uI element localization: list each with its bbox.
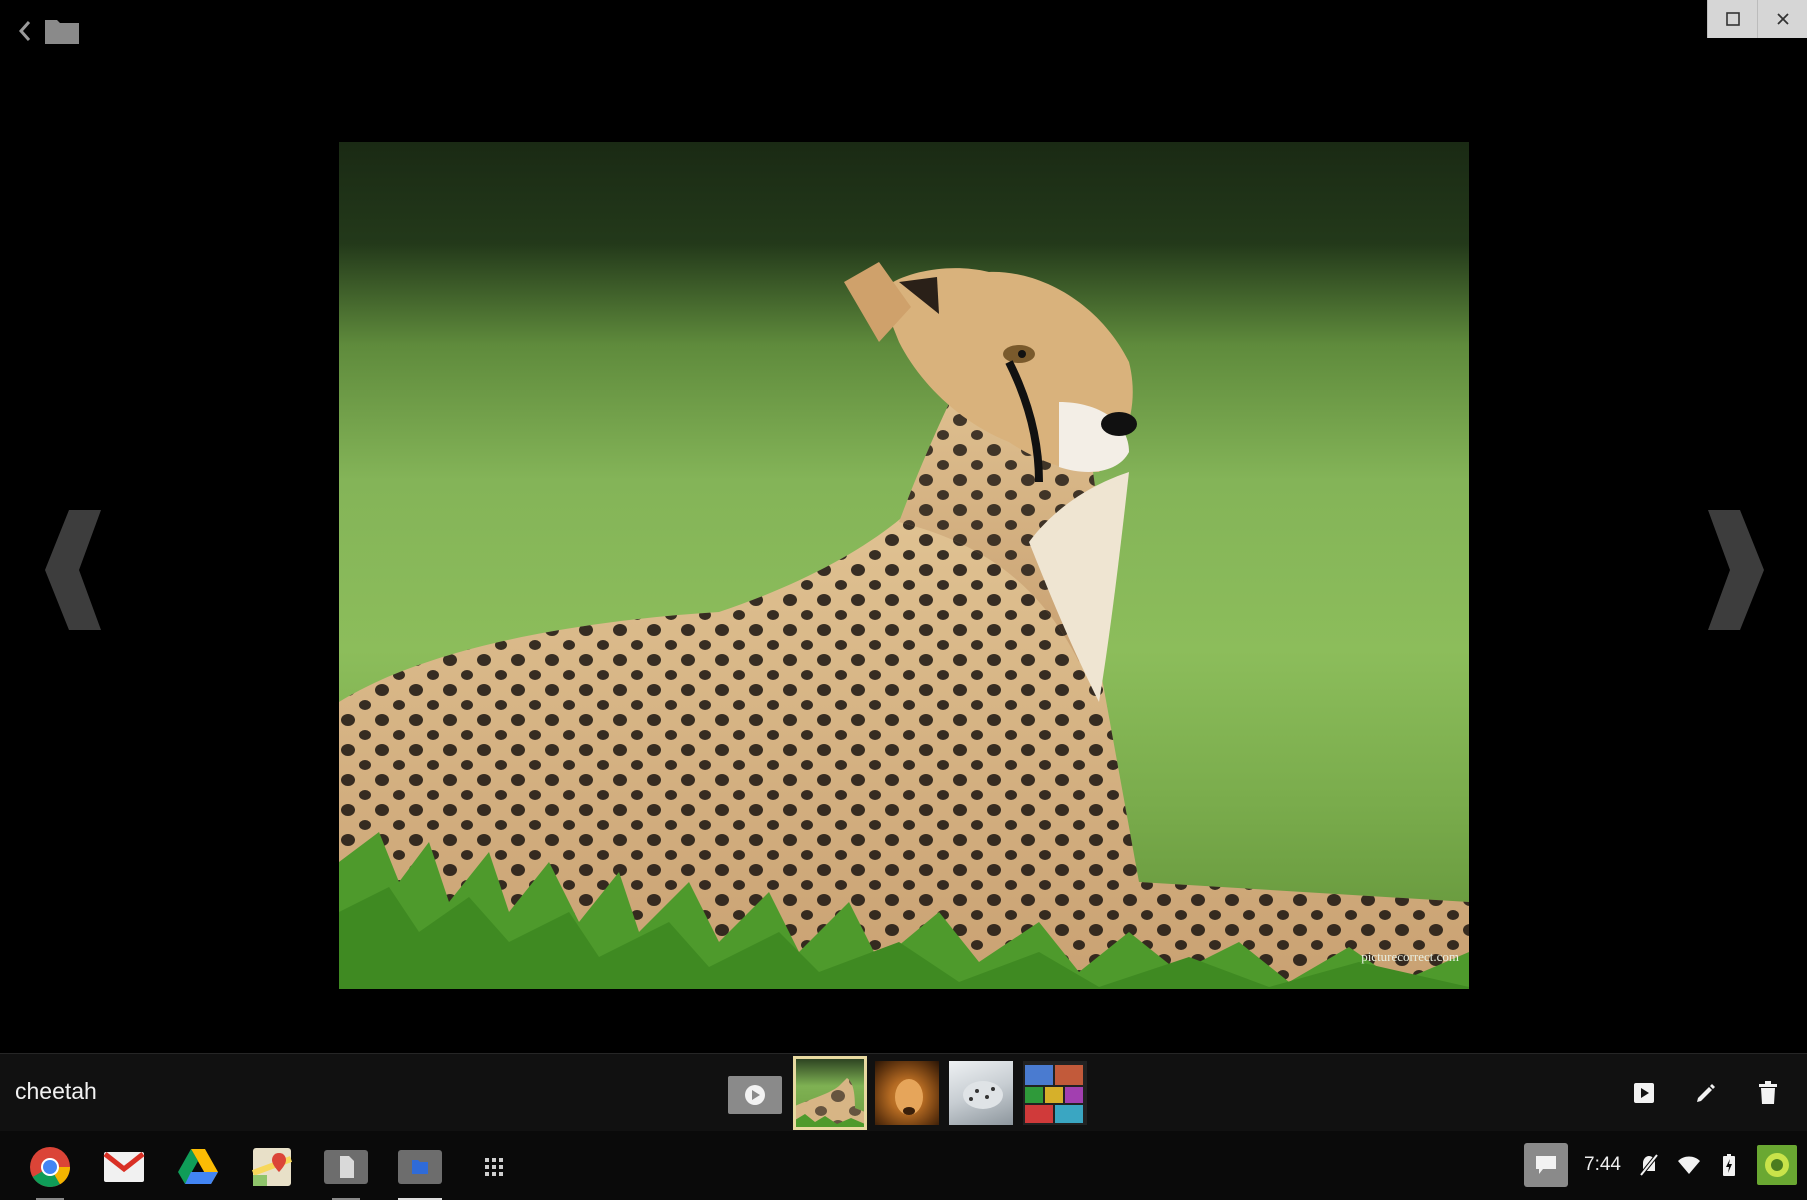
previous-image-icon: [45, 510, 101, 630]
thumbnail-cheetah[interactable]: [793, 1056, 867, 1130]
trash-icon: [1759, 1081, 1777, 1104]
status-tray: 7:44: [1524, 1143, 1797, 1187]
gmail-icon: [103, 1152, 145, 1182]
top-left-controls: [14, 14, 84, 48]
folder-icon: [45, 20, 79, 44]
files-icon: [398, 1150, 442, 1184]
maximize-icon: [1725, 12, 1740, 26]
files-app[interactable]: [396, 1143, 444, 1200]
file-icon: [324, 1150, 368, 1184]
cheetah-thumbnail-art: [795, 1078, 865, 1128]
maps-icon: [252, 1148, 292, 1186]
snow-leopard-thumbnail-art: [963, 1081, 1003, 1109]
collage-thumbnail-art: [1025, 1065, 1083, 1123]
ribbon-actions: [1625, 1074, 1787, 1112]
slideshow-button[interactable]: [728, 1076, 782, 1114]
wifi-status[interactable]: [1677, 1150, 1701, 1180]
gallery-app: picturecorrect.com cheetah 7:44: [0, 0, 1807, 1200]
previous-image-button[interactable]: [40, 505, 110, 635]
avatar-image: [1757, 1145, 1797, 1185]
gallery-ribbon: cheetah: [0, 1053, 1807, 1131]
battery-charging-icon: [1723, 1154, 1735, 1176]
thumbnail-snow-leopard[interactable]: [949, 1061, 1013, 1125]
photo-watermark: picturecorrect.com: [1361, 949, 1459, 964]
thumbnail-collage[interactable]: [1023, 1061, 1087, 1125]
battery-status[interactable]: [1717, 1150, 1741, 1180]
pencil-icon: [1697, 1084, 1715, 1102]
chrome-icon: [30, 1147, 70, 1187]
notification-icon: [1536, 1156, 1557, 1174]
file-name[interactable]: cheetah: [15, 1078, 97, 1105]
shelf-apps: [26, 1143, 518, 1200]
notifications-off-icon: [1639, 1153, 1659, 1177]
back-button[interactable]: [14, 14, 36, 48]
gmail-app[interactable]: [100, 1143, 148, 1191]
app-launcher-icon: [485, 1158, 503, 1176]
thumbnail-strip: [793, 1056, 1087, 1130]
wifi-icon: [1678, 1156, 1700, 1174]
main-photo: picturecorrect.com: [339, 142, 1469, 989]
next-image-button[interactable]: [1699, 505, 1769, 635]
delete-button[interactable]: [1749, 1074, 1787, 1112]
drive-icon: [178, 1149, 218, 1184]
lion-thumbnail-art: [895, 1079, 923, 1115]
maximize-button[interactable]: [1707, 0, 1757, 38]
maps-app[interactable]: [248, 1143, 296, 1191]
chromeos-shelf: 7:44: [0, 1131, 1807, 1200]
thumbnail-lion[interactable]: [875, 1061, 939, 1125]
app-launcher[interactable]: [470, 1143, 518, 1191]
drive-app[interactable]: [174, 1143, 222, 1191]
user-avatar[interactable]: [1757, 1145, 1797, 1185]
play-icon: [1634, 1083, 1654, 1103]
notification-center-button[interactable]: [1524, 1143, 1569, 1187]
slideshow-icon: [745, 1085, 765, 1105]
edit-button[interactable]: [1687, 1074, 1725, 1112]
close-icon: [1776, 13, 1789, 25]
docs-app[interactable]: [322, 1143, 370, 1200]
cheetah-illustration: [339, 262, 1469, 989]
window-controls: [1707, 0, 1807, 38]
chrome-app[interactable]: [26, 1143, 74, 1200]
close-button[interactable]: [1757, 0, 1807, 38]
folder-button[interactable]: [44, 14, 84, 48]
share-button[interactable]: [1625, 1074, 1663, 1112]
next-image-icon: [1708, 510, 1764, 630]
clock[interactable]: 7:44: [1584, 1154, 1621, 1176]
notifications-off-status[interactable]: [1637, 1150, 1661, 1180]
chevron-left-icon: [18, 21, 31, 41]
